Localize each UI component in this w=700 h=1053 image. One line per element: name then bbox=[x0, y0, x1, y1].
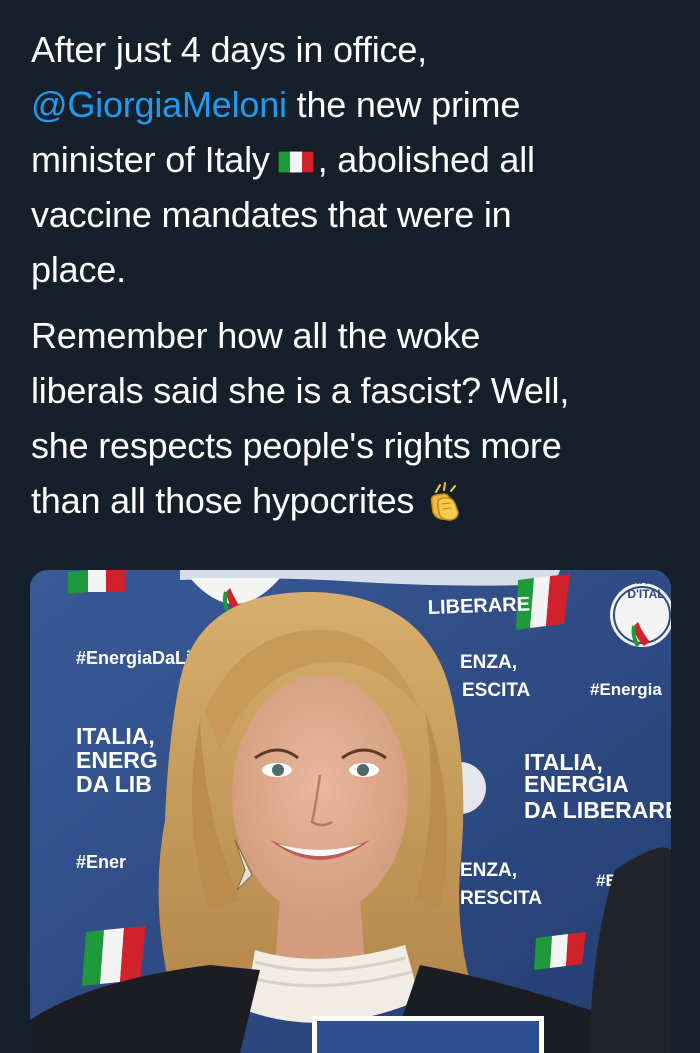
press-photo: FRATE D'ITAL LIBERARE #EnergiaDaLi ENZA,… bbox=[30, 570, 671, 1053]
tweet-paragraph-1: After just 4 days in office, @GiorgiaMel… bbox=[31, 22, 671, 297]
tweet-paragraph-2: Remember how all the woke liberals said … bbox=[31, 308, 671, 528]
backdrop-slogan: ENZA, bbox=[460, 652, 517, 673]
italy-flag-icon bbox=[276, 135, 316, 174]
backdrop-slogan: ENERGIA bbox=[524, 771, 629, 797]
backdrop-slogan: ENZA, bbox=[460, 860, 517, 881]
logo-text: FRATE bbox=[625, 575, 661, 587]
tweet-line: Remember how all the woke bbox=[31, 315, 481, 356]
backdrop-slogan: RESCITA bbox=[460, 888, 542, 909]
backdrop-slogan: ITALIA, bbox=[76, 723, 155, 749]
italy-flag-icon bbox=[534, 932, 586, 970]
podium-panel bbox=[317, 1021, 539, 1053]
tweet-line: she respects people's rights more bbox=[31, 425, 562, 466]
tweet-photo[interactable]: FRATE D'ITAL LIBERARE #EnergiaDaLi ENZA,… bbox=[30, 570, 671, 1053]
backdrop-slogan: DA LIB bbox=[76, 771, 152, 797]
backdrop-banner-text: LIBERARE bbox=[427, 593, 530, 619]
tweet-line: the new prime bbox=[286, 84, 521, 125]
tweet-line: After just 4 days in office, bbox=[31, 29, 427, 70]
tweet-line: liberals said she is a fascist? Well, bbox=[31, 370, 570, 411]
backdrop-slogan: ENERG bbox=[76, 747, 158, 773]
tweet-line: than all those hypocrites bbox=[31, 480, 415, 521]
clapping-hands-icon bbox=[424, 482, 464, 522]
italy-flag-icon bbox=[68, 570, 126, 594]
logo-text: D'ITAL bbox=[627, 587, 664, 601]
tweet-text: After just 4 days in office, @GiorgiaMel… bbox=[31, 22, 671, 528]
tweet-line: minister of Italy bbox=[31, 139, 270, 180]
backdrop-hashtag: #Ener bbox=[76, 852, 126, 872]
backdrop-slogan: ESCITA bbox=[462, 680, 531, 701]
tweet-line: , abolished all bbox=[317, 139, 535, 180]
backdrop-hashtag: #Energia bbox=[590, 680, 662, 699]
tweet-line: place. bbox=[31, 249, 126, 290]
user-mention-link[interactable]: @GiorgiaMeloni bbox=[31, 84, 287, 125]
italy-flag-icon bbox=[82, 926, 146, 986]
tweet-line: vaccine mandates that were in bbox=[31, 194, 512, 235]
backdrop-slogan: DA LIBERARE bbox=[524, 797, 671, 823]
backdrop-hashtag: #EnergiaDaLi bbox=[76, 648, 191, 668]
